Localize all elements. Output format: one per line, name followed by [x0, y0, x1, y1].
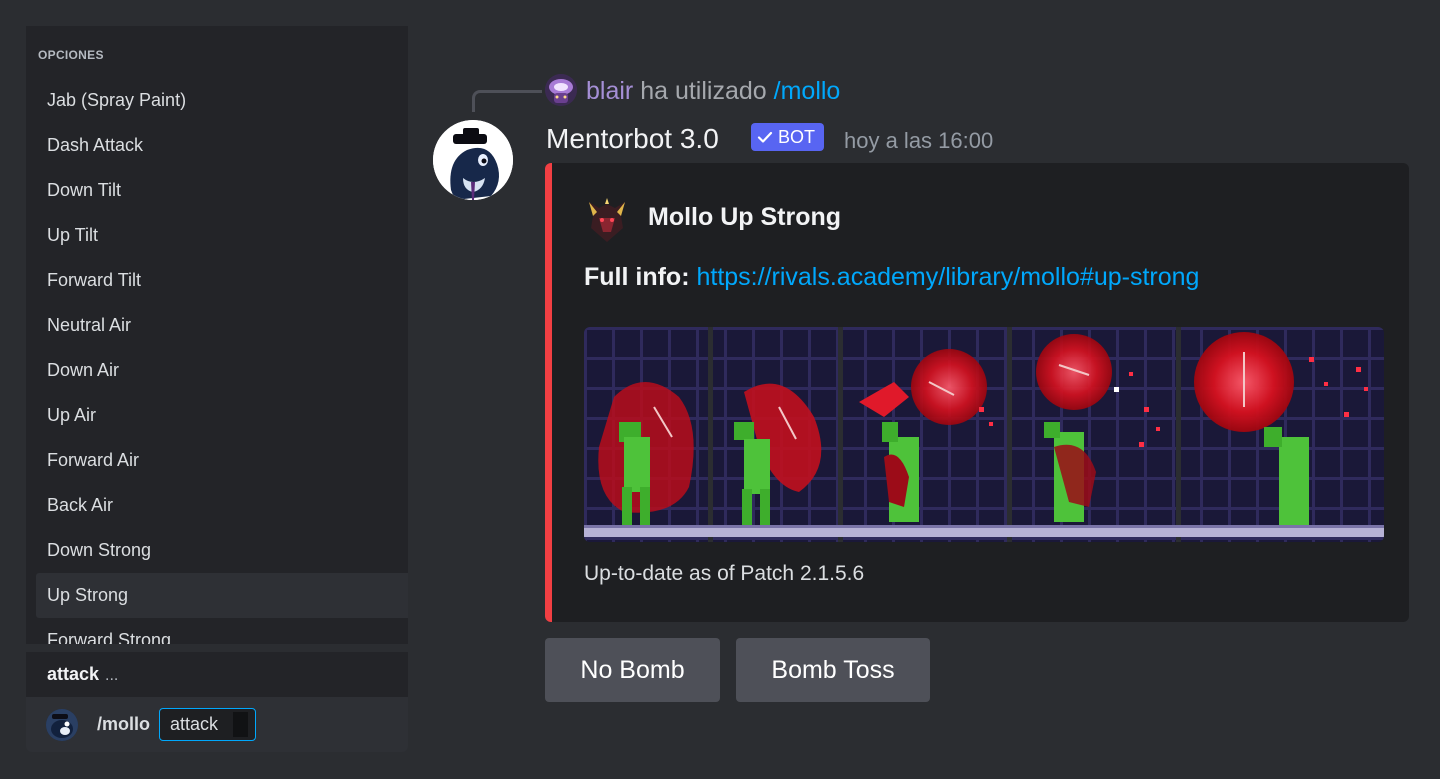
embed-info-link[interactable]: https://rivals.academy/library/mollo#up-…: [696, 263, 1199, 291]
command-option-input[interactable]: attack: [159, 708, 256, 741]
reply-command-link[interactable]: /mollo: [774, 77, 841, 105]
option-item-forward-tilt[interactable]: Forward Tilt: [36, 258, 408, 303]
option-parameter-row[interactable]: attack...: [26, 652, 408, 697]
option-item-up-strong[interactable]: Up Strong: [36, 573, 408, 618]
option-parameter-label: attack: [47, 664, 100, 684]
option-item-dash-attack[interactable]: Dash Attack: [36, 123, 408, 168]
animation-frame-strip[interactable]: [584, 327, 1384, 542]
check-icon: [757, 131, 773, 143]
bot-badge: BOT: [751, 123, 825, 151]
bot-avatar[interactable]: [433, 120, 513, 200]
options-header: OPCIONES: [38, 48, 104, 62]
reply-verb: ha utilizado: [640, 77, 767, 105]
bomb-toss-button[interactable]: Bomb Toss: [736, 638, 930, 702]
frame-strip-image: [584, 327, 1384, 542]
option-item-jab[interactable]: Jab (Spray Paint): [36, 78, 408, 123]
message-author[interactable]: Mentorbot 3.0: [546, 121, 719, 157]
option-item-back-air[interactable]: Back Air: [36, 483, 408, 528]
embed-info-label: Full info:: [584, 263, 690, 291]
message-timestamp: hoy a las 16:00: [844, 128, 994, 153]
option-item-down-strong[interactable]: Down Strong: [36, 528, 408, 573]
bot-badge-label: BOT: [778, 127, 816, 147]
option-item-forward-air[interactable]: Forward Air: [36, 438, 408, 483]
options-panel: OPCIONES Jab (Spray Paint) Dash Attack D…: [26, 26, 408, 644]
input-caret: [233, 712, 248, 737]
option-item-up-tilt[interactable]: Up Tilt: [36, 213, 408, 258]
message-embed: Mollo Up Strong Full info: https://rival…: [545, 163, 1409, 622]
ellipsis-icon: ...: [105, 667, 119, 684]
reply-connector: [472, 90, 542, 112]
option-item-neutral-air[interactable]: Neutral Air: [36, 303, 408, 348]
reply-header: blair ha utilizado /mollo: [586, 75, 840, 107]
orca-avatar-icon: [46, 709, 78, 741]
mollo-character-icon: [583, 196, 631, 244]
command-option-value: attack: [170, 714, 219, 734]
reply-username[interactable]: blair: [586, 77, 633, 105]
option-item-forward-strong[interactable]: Forward Strong: [36, 618, 408, 644]
embed-footer: Up-to-date as of Patch 2.1.5.6: [584, 562, 865, 585]
embed-info-line: Full info: https://rivals.academy/librar…: [584, 263, 1199, 292]
option-item-up-air[interactable]: Up Air: [36, 393, 408, 438]
embed-title: Mollo Up Strong: [648, 203, 842, 231]
option-item-down-air[interactable]: Down Air: [36, 348, 408, 393]
command-bar: /mollo attack: [26, 697, 408, 752]
no-bomb-button[interactable]: No Bomb: [545, 638, 720, 702]
reply-avatar[interactable]: [545, 74, 577, 106]
command-name: /mollo: [97, 714, 150, 734]
options-list: Jab (Spray Paint) Dash Attack Down Tilt …: [36, 78, 408, 644]
option-item-down-tilt[interactable]: Down Tilt: [36, 168, 408, 213]
